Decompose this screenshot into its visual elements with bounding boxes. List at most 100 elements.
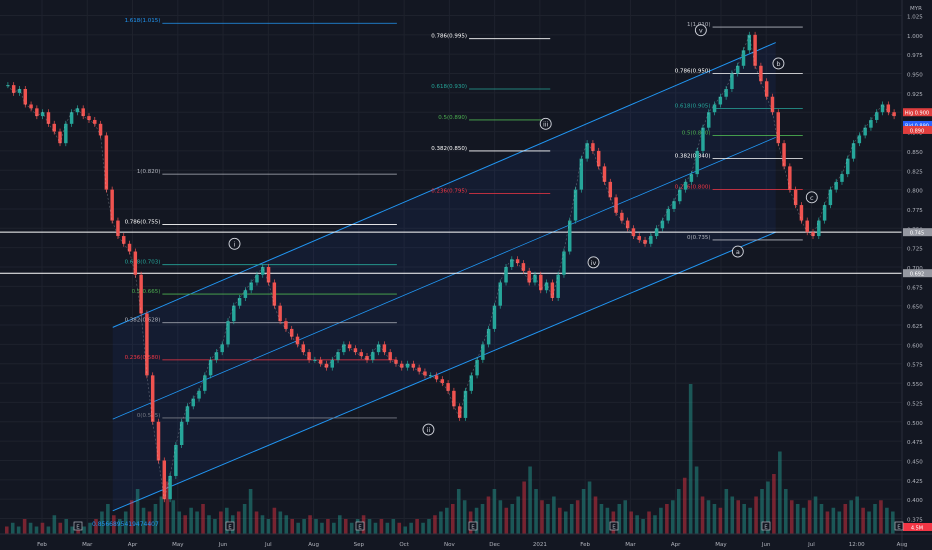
candle-body [110, 189, 114, 221]
x-tick-label: 12:00 [849, 542, 865, 548]
volume-bar [421, 522, 425, 534]
volume-bar [498, 500, 503, 534]
volume-bar [391, 519, 396, 534]
candle-body [556, 274, 560, 298]
volume-bar [682, 477, 687, 534]
event-marker: E [76, 525, 80, 531]
volume-bar [480, 504, 485, 534]
volume-bar [730, 496, 735, 534]
volume-bar [343, 519, 348, 534]
fib-level-label: 1(0.820) [137, 169, 161, 175]
candle-body [463, 390, 468, 418]
volume-bar [213, 519, 217, 534]
candle-body [156, 421, 161, 461]
candle-body [371, 352, 375, 360]
volume-bar [439, 511, 443, 534]
candle-body [788, 166, 792, 190]
volume-bar [296, 522, 300, 534]
fib-level-label: 0.786(0.995) [431, 34, 467, 40]
x-tick-label: Aug [308, 542, 319, 548]
candle-body [220, 344, 224, 353]
volume-bar [189, 507, 193, 534]
x-tick-label: May [172, 542, 184, 548]
candle-body [446, 383, 450, 391]
candle-body [620, 212, 624, 221]
price-chart[interactable]: 1.618(1.015) 1(0.820) 0.786(0.755) 0.618(0.… [0, 0, 932, 550]
volume-bar [540, 500, 544, 534]
volume-bar [171, 500, 176, 534]
wave-label: i [234, 240, 236, 248]
y-tick-label: 0.850 [907, 150, 923, 156]
volume-bar [813, 496, 818, 534]
volume-bar [688, 384, 693, 534]
candle-body [678, 189, 682, 202]
volume-bar [784, 489, 788, 534]
fib-level-label: 0.236(0.580) [125, 355, 161, 361]
candle-body [162, 460, 167, 500]
volume-bar [153, 504, 158, 534]
candle-body [93, 119, 97, 124]
candle-body [330, 359, 334, 368]
volume-bar [201, 504, 205, 534]
volume-bar [409, 522, 413, 534]
candle-body [585, 143, 589, 159]
y-tick-label: 0.425 [907, 479, 923, 485]
event-marker: E [897, 525, 901, 531]
candle-body [666, 208, 670, 221]
volume-bar [843, 504, 848, 534]
x-tick-label: Feb [37, 542, 47, 548]
y-tick-label: 0.975 [907, 53, 923, 59]
candle-body [255, 274, 259, 283]
volume-bar [367, 519, 372, 534]
volume-bar [635, 515, 639, 534]
volume-bar [445, 507, 449, 534]
volume-bar [433, 515, 437, 534]
volume-bar [82, 526, 86, 534]
candle-body [770, 96, 775, 113]
y-tick-label: 0.500 [907, 421, 923, 427]
y-tick-label: 0.650 [907, 305, 923, 311]
volume-bar [486, 496, 491, 534]
candle-body [104, 135, 109, 190]
candle-body [232, 305, 236, 322]
candle-body [197, 390, 201, 399]
price-label-text: Hig 0.900 [905, 111, 929, 117]
x-tick-label: Dec [489, 542, 500, 548]
volume-bar [284, 515, 289, 534]
candle-body [539, 274, 543, 291]
candle-body [846, 158, 850, 175]
candle-body [452, 390, 456, 407]
volume-bar [593, 496, 598, 534]
volume-bar [706, 500, 711, 534]
volume-bar [290, 519, 295, 534]
price-label-text: 0.692 [910, 272, 924, 278]
candle-body [179, 421, 184, 445]
y-tick-label: 0.575 [907, 363, 923, 369]
candle-body [614, 197, 618, 213]
candle-body [318, 359, 323, 364]
candle-body [29, 104, 33, 109]
candle-body [602, 166, 607, 182]
candle-body [359, 352, 363, 356]
y-tick-label: 0.450 [907, 459, 923, 465]
volume-bar [373, 522, 378, 534]
volume-bar [742, 504, 746, 534]
volume-bar [855, 496, 859, 534]
candle-body [573, 189, 578, 221]
candle-body [145, 313, 149, 376]
x-tick-label: Mar [625, 542, 636, 548]
volume-bar [403, 526, 407, 534]
volume-bar [58, 522, 63, 534]
price-label-text: 0.890 [910, 128, 924, 134]
candle-body [840, 174, 844, 182]
volume-bar [599, 504, 604, 534]
candle-body [596, 150, 601, 167]
candle-body [851, 143, 856, 159]
candle-body [475, 359, 479, 376]
fib-level-label: 0(0.505) [137, 413, 161, 419]
fib-level-label: 1.618(1.015) [125, 18, 161, 24]
candle-body [683, 181, 688, 190]
volume-bar [641, 519, 645, 534]
y-tick-label: 0.775 [907, 208, 923, 214]
candle-body [730, 73, 734, 89]
